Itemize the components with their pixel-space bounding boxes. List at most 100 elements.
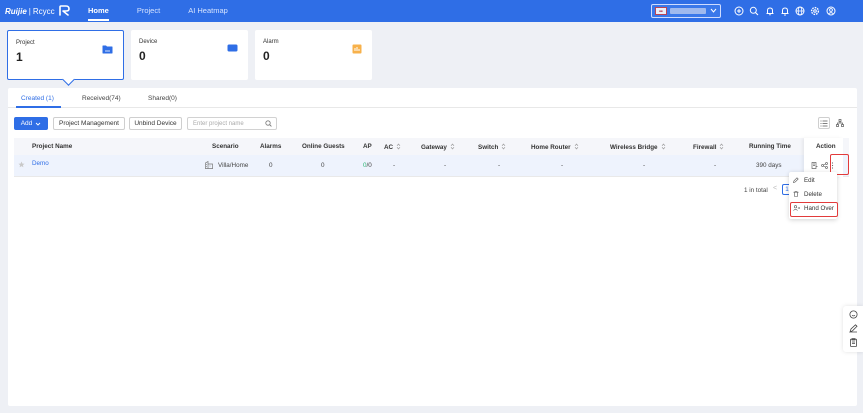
- unbind-device-button[interactable]: Unbind Device: [129, 117, 182, 130]
- column-ap: AP: [363, 143, 372, 150]
- header-icon-group: [733, 5, 840, 17]
- alert-icon[interactable]: [779, 5, 791, 17]
- chat-icon[interactable]: [848, 309, 858, 319]
- alarms-value: 0: [269, 162, 273, 169]
- logo-separator: |: [28, 6, 31, 16]
- column-firewall[interactable]: Firewall: [693, 143, 724, 152]
- share-icon[interactable]: [821, 162, 828, 171]
- sort-icon: [396, 143, 401, 152]
- project-management-button[interactable]: Project Management: [53, 117, 125, 130]
- tab-created[interactable]: Created (1): [21, 95, 54, 102]
- plus-circle-icon[interactable]: [733, 5, 745, 17]
- list-view-icon[interactable]: [818, 117, 830, 129]
- column-gateway[interactable]: Gateway: [421, 143, 455, 152]
- globe-icon[interactable]: [794, 5, 806, 17]
- summary-card-project[interactable]: Project 1: [7, 30, 124, 80]
- account-name-redacted: [670, 8, 706, 14]
- top-navigation-bar: Ruijie | Rcycc Home Project AI Heatmap ■…: [0, 0, 863, 22]
- pagination-total: 1 in total: [744, 187, 768, 194]
- column-switch[interactable]: Switch: [478, 143, 506, 152]
- sort-icon: [661, 143, 666, 152]
- card-value: 0: [263, 49, 270, 63]
- running-time-value: 390 days: [756, 162, 782, 169]
- edit-icon: [793, 177, 801, 183]
- settings-icon[interactable]: [809, 5, 821, 17]
- home-router-value: -: [561, 162, 564, 169]
- nav-home[interactable]: Home: [80, 0, 117, 22]
- column-switch-label: Switch: [478, 144, 499, 152]
- card-label: Alarm: [263, 39, 279, 45]
- summary-card-device[interactable]: Device 0: [131, 30, 248, 80]
- search-icon: [265, 120, 272, 129]
- column-home-router-label: Home Router: [531, 144, 571, 152]
- column-home-router[interactable]: Home Router: [531, 143, 579, 152]
- switch-value: -: [498, 162, 501, 169]
- project-management-label: Project Management: [59, 120, 119, 127]
- sort-icon: [574, 143, 579, 152]
- summary-card-alarm[interactable]: Alarm 0: [255, 30, 372, 80]
- ap-value: 0/0: [363, 162, 372, 169]
- ap-total-count: /0: [366, 162, 372, 169]
- hand-over-highlight: [790, 202, 838, 217]
- card-value: 0: [139, 49, 146, 63]
- clipboard-icon[interactable]: [848, 337, 858, 347]
- menu-item-edit[interactable]: Edit: [793, 175, 815, 185]
- pagination-prev[interactable]: <: [773, 185, 781, 195]
- nav-project[interactable]: Project: [129, 0, 168, 22]
- project-detail-icon[interactable]: [811, 162, 818, 171]
- search-placeholder: Enter project name: [193, 121, 244, 127]
- logo-brand: Ruijie: [5, 6, 27, 16]
- nav-ai-heatmap[interactable]: AI Heatmap: [180, 0, 236, 22]
- alarm-icon: [352, 44, 362, 56]
- tab-shared[interactable]: Shared(0): [148, 95, 177, 102]
- app-logo[interactable]: Ruijie | Rcycc: [5, 4, 70, 18]
- add-button[interactable]: Add: [14, 117, 48, 130]
- wireless-bridge-value: -: [643, 162, 646, 169]
- active-tab-indicator: [16, 106, 61, 108]
- column-project-name: Project Name: [32, 143, 73, 150]
- scenario-value: Villa/Home: [218, 162, 249, 169]
- project-name-link[interactable]: Demo: [32, 160, 49, 167]
- user-icon[interactable]: [825, 5, 837, 17]
- menu-item-label: Edit: [804, 176, 815, 184]
- sort-icon: [719, 143, 724, 152]
- column-wireless-bridge[interactable]: Wireless Bridge: [610, 143, 666, 152]
- column-running-time: Running Time: [749, 143, 791, 150]
- bell-icon[interactable]: [764, 5, 776, 17]
- table-header: Project Name Scenario Alarms Online Gues…: [14, 138, 849, 155]
- project-tabs: Created (1) Received(74) Shared(0): [8, 88, 857, 108]
- sort-icon: [450, 143, 455, 152]
- floating-tools: [843, 306, 863, 352]
- account-selector[interactable]: ■■: [651, 4, 721, 18]
- logo-product: Rcycc: [32, 6, 55, 16]
- online-guests-value: 0: [321, 162, 325, 169]
- column-scenario: Scenario: [212, 143, 239, 150]
- column-gateway-label: Gateway: [421, 144, 447, 152]
- search-icon[interactable]: [748, 5, 760, 17]
- unbind-device-label: Unbind Device: [134, 120, 177, 127]
- table-row[interactable]: Demo Villa/Home 0 0 0/0 - - - - - - 390 …: [14, 155, 849, 177]
- trash-icon: [793, 191, 801, 197]
- column-firewall-label: Firewall: [693, 144, 717, 152]
- building-icon: [205, 160, 213, 171]
- firewall-value: -: [714, 162, 717, 169]
- column-ac-label: AC: [384, 144, 394, 152]
- gateway-value: -: [444, 162, 447, 169]
- feedback-icon[interactable]: [848, 323, 858, 333]
- column-ac[interactable]: AC: [384, 143, 401, 152]
- star-icon[interactable]: [18, 161, 25, 170]
- main-nav: Home Project AI Heatmap: [80, 0, 248, 22]
- column-action: Action: [816, 143, 836, 150]
- column-wireless-bridge-label: Wireless Bridge: [610, 144, 658, 152]
- logo-mark-icon: [58, 4, 70, 18]
- tab-received[interactable]: Received(74): [82, 95, 121, 102]
- column-online-guests: Online Guests: [302, 143, 345, 150]
- device-icon: [227, 44, 238, 54]
- projects-panel: Created (1) Received(74) Shared(0) Add P…: [8, 88, 857, 406]
- menu-item-delete[interactable]: Delete: [793, 189, 822, 199]
- ac-value: -: [393, 162, 396, 169]
- search-input[interactable]: Enter project name: [187, 117, 277, 130]
- topology-view-icon[interactable]: [834, 117, 846, 129]
- column-alarms: Alarms: [260, 143, 282, 150]
- add-button-label: Add: [20, 120, 33, 127]
